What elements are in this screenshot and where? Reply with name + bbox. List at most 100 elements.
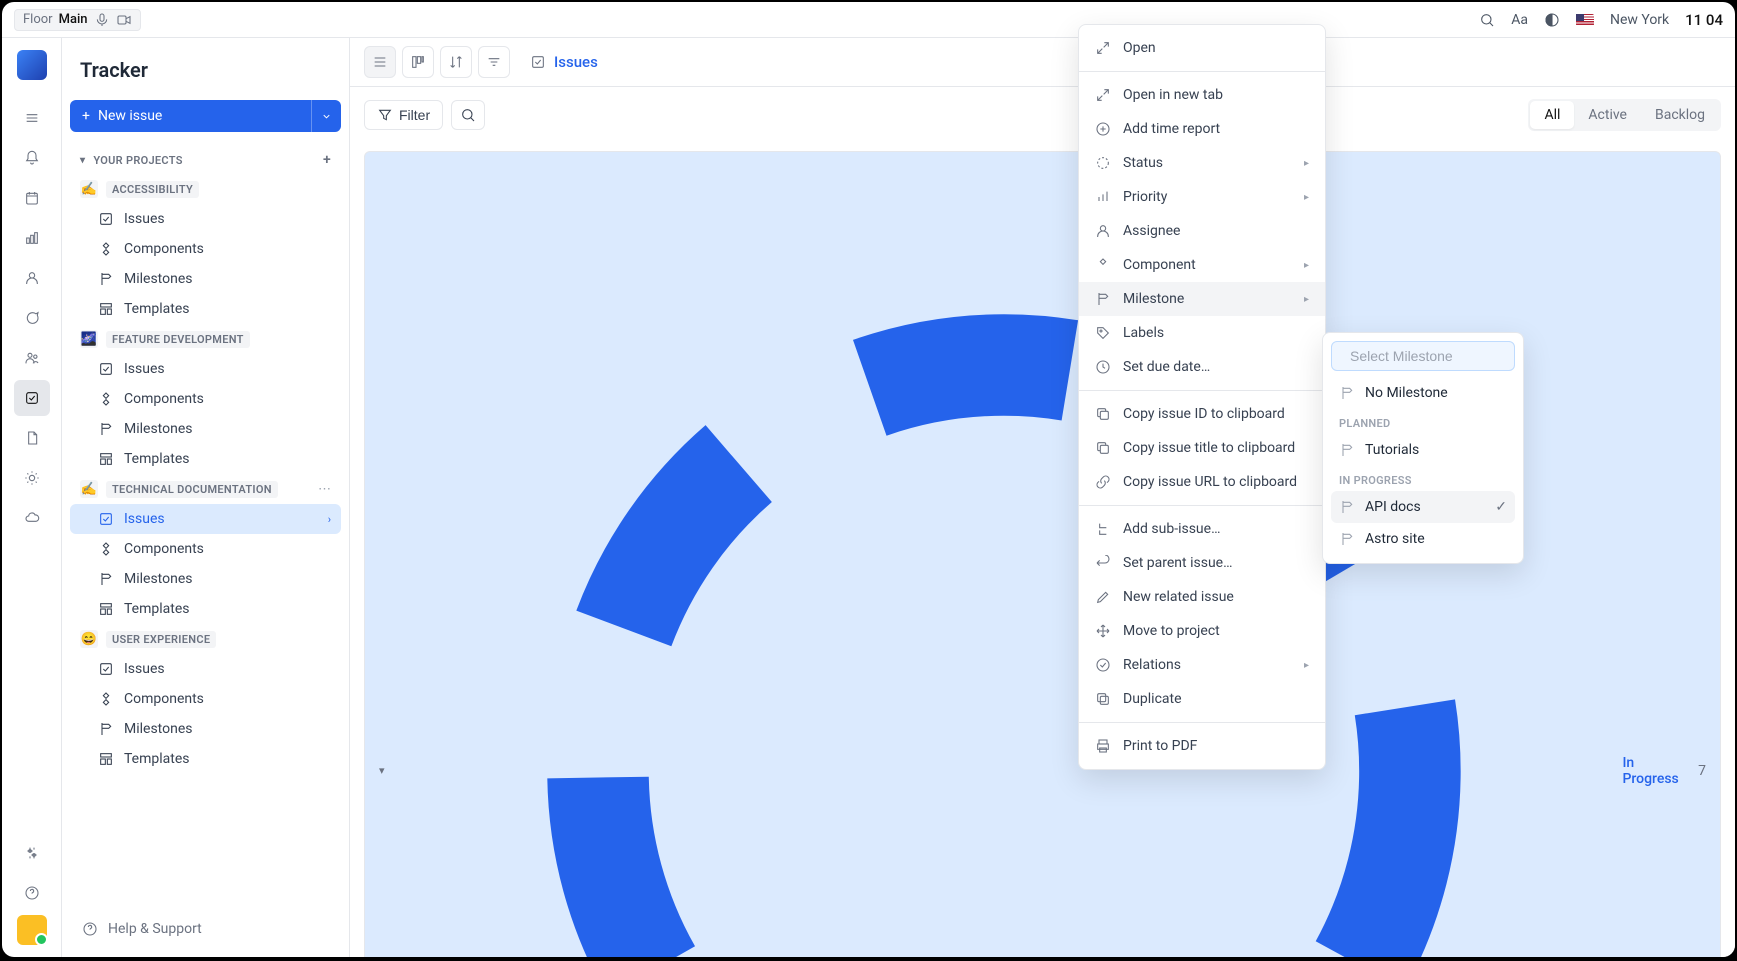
milestone-icon (1339, 531, 1355, 547)
search-button[interactable] (451, 100, 485, 130)
pencil-icon (1095, 589, 1111, 605)
menu-move[interactable]: Move to project (1079, 614, 1325, 648)
nav-components[interactable]: Components (70, 534, 341, 564)
nav-templates[interactable]: Templates (70, 594, 341, 624)
project-emoji: 🌌 (80, 330, 98, 348)
theme-toggle-icon[interactable] (1544, 12, 1560, 28)
menu-copy-title[interactable]: Copy issue title to clipboard (1079, 431, 1325, 465)
milestone-search[interactable] (1331, 341, 1515, 371)
menu-add-time[interactable]: Add time report (1079, 112, 1325, 146)
tab-all[interactable]: All (1530, 101, 1574, 129)
nav-components[interactable]: Components (70, 384, 341, 414)
breadcrumb-tab[interactable]: Issues (518, 47, 610, 77)
menu-set-parent[interactable]: Set parent issue… (1079, 546, 1325, 580)
menu-label: Relations (1123, 657, 1181, 673)
new-issue-dropdown[interactable] (311, 100, 341, 132)
rail-chat[interactable] (14, 300, 50, 336)
project-header-accessibility[interactable]: ✍️ ACCESSIBILITY (70, 174, 341, 204)
milestone-search-input[interactable] (1350, 348, 1531, 364)
room-badge[interactable]: Floor Main (14, 9, 141, 31)
menu-relations[interactable]: Relations▸ (1079, 648, 1325, 682)
rail-people[interactable] (14, 260, 50, 296)
menu-milestone[interactable]: Milestone▸ (1079, 282, 1325, 316)
nav-templates[interactable]: Templates (70, 294, 341, 324)
nav-issues[interactable]: Issues (70, 354, 341, 384)
menu-open-new-tab[interactable]: Open in new tab (1079, 78, 1325, 112)
help-link[interactable]: Help & Support (70, 913, 341, 945)
flag-icon[interactable] (1576, 14, 1594, 26)
nav-milestones[interactable]: Milestones (70, 714, 341, 744)
menu-label: Copy issue title to clipboard (1123, 440, 1295, 456)
menu-label: Assignee (1123, 223, 1180, 239)
search-icon[interactable] (1479, 12, 1495, 28)
video-icon (116, 12, 132, 28)
view-board-button[interactable] (402, 46, 434, 78)
menu-priority[interactable]: Priority▸ (1079, 180, 1325, 214)
nav-templates[interactable]: Templates (70, 444, 341, 474)
rail-notifications[interactable] (14, 140, 50, 176)
new-issue-label: New issue (98, 108, 162, 124)
project-name: ACCESSIBILITY (106, 181, 199, 198)
font-size-toggle[interactable]: Aa (1511, 12, 1528, 28)
menu-status[interactable]: Status▸ (1079, 146, 1325, 180)
tab-active[interactable]: Active (1574, 101, 1641, 129)
menu-copy-url[interactable]: Copy issue URL to clipboard (1079, 465, 1325, 499)
project-header-ux[interactable]: 😄 USER EXPERIENCE (70, 624, 341, 654)
project-name: FEATURE DEVELOPMENT (106, 331, 250, 348)
issues-icon (98, 661, 114, 677)
plus-icon: + (82, 108, 90, 124)
milestone-option-api-docs[interactable]: API docs ✓ (1331, 491, 1515, 523)
rail-cloud[interactable] (14, 500, 50, 536)
nav-templates[interactable]: Templates (70, 744, 341, 774)
help-icon (82, 921, 98, 937)
your-projects-header[interactable]: ▾ YOUR PROJECTS + (70, 146, 341, 174)
tab-label: Issues (554, 53, 598, 71)
subtask-icon (1095, 521, 1111, 537)
view-settings-button[interactable] (478, 46, 510, 78)
project-header-feature-dev[interactable]: 🌌 FEATURE DEVELOPMENT (70, 324, 341, 354)
menu-duplicate[interactable]: Duplicate (1079, 682, 1325, 716)
nav-issues-active[interactable]: Issues› (70, 504, 341, 534)
menu-assignee[interactable]: Assignee (1079, 214, 1325, 248)
app-logo[interactable] (17, 50, 47, 80)
add-project-button[interactable]: + (323, 152, 331, 168)
milestone-option-tutorials[interactable]: Tutorials (1331, 434, 1515, 466)
tab-backlog[interactable]: Backlog (1641, 101, 1719, 129)
rail-settings[interactable] (14, 835, 50, 871)
rail-menu[interactable] (14, 100, 50, 136)
rail-documents[interactable] (14, 420, 50, 456)
nav-issues[interactable]: Issues (70, 204, 341, 234)
view-list-button[interactable] (364, 46, 396, 78)
project-header-tech-docs[interactable]: ✍️ TECHNICAL DOCUMENTATION ⋯ (70, 474, 341, 504)
rail-hr[interactable] (14, 340, 50, 376)
rail-help[interactable] (14, 875, 50, 911)
menu-new-related[interactable]: New related issue (1079, 580, 1325, 614)
nav-milestones[interactable]: Milestones (70, 414, 341, 444)
view-sort-button[interactable] (440, 46, 472, 78)
menu-add-sub[interactable]: Add sub-issue… (1079, 512, 1325, 546)
nav-issues[interactable]: Issues (70, 654, 341, 684)
nav-milestones[interactable]: Milestones (70, 264, 341, 294)
group-label: In Progress (1622, 755, 1688, 787)
menu-component[interactable]: Component▸ (1079, 248, 1325, 282)
menu-labels[interactable]: Labels (1079, 316, 1325, 350)
milestone-icon (1339, 442, 1355, 458)
user-avatar[interactable] (17, 915, 47, 945)
rail-brightness[interactable] (14, 460, 50, 496)
menu-due-date[interactable]: Set due date… (1079, 350, 1325, 384)
project-more-icon[interactable]: ⋯ (318, 482, 331, 497)
rail-calendar[interactable] (14, 180, 50, 216)
rail-analytics[interactable] (14, 220, 50, 256)
menu-print[interactable]: Print to PDF (1079, 729, 1325, 763)
rail-tracker[interactable] (14, 380, 50, 416)
menu-copy-id[interactable]: Copy issue ID to clipboard (1079, 397, 1325, 431)
new-issue-button[interactable]: + New issue (70, 100, 341, 132)
milestone-option-none[interactable]: No Milestone (1331, 377, 1515, 409)
nav-components[interactable]: Components (70, 684, 341, 714)
nav-components[interactable]: Components (70, 234, 341, 264)
nav-milestones[interactable]: Milestones (70, 564, 341, 594)
milestone-option-astro-site[interactable]: Astro site (1331, 523, 1515, 555)
menu-label: Labels (1123, 325, 1164, 341)
menu-open[interactable]: Open (1079, 31, 1325, 65)
filter-button[interactable]: Filter (364, 100, 443, 130)
